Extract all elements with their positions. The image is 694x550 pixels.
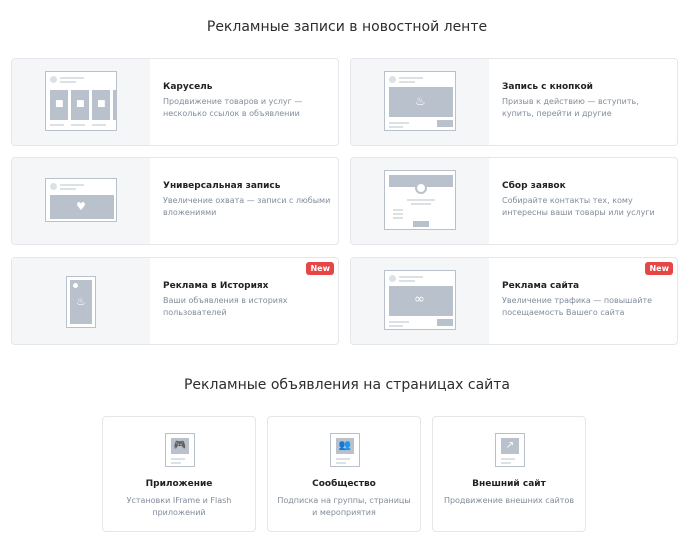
card-thumb: ■ ■ ■ bbox=[12, 59, 150, 145]
universal-post-icon: ♥ bbox=[45, 178, 117, 222]
new-badge: New bbox=[306, 262, 334, 275]
card-universal-post[interactable]: ♥ Универсальная запись Увеличение охвата… bbox=[11, 157, 339, 245]
card-thumb: ∞ bbox=[351, 258, 489, 344]
card-desc: Продвижение внешних сайтов bbox=[443, 496, 575, 505]
button-post-icon: ♨ bbox=[384, 71, 456, 131]
card-title: Реклама сайта bbox=[502, 281, 580, 291]
card-desc: Собирайте контакты тех, кому интересны в… bbox=[502, 196, 655, 217]
card-desc: Ваши объявления в историях пользователей bbox=[163, 296, 288, 317]
card-thumb bbox=[351, 158, 489, 244]
feed-section-title: Рекламные записи в новостной ленте bbox=[206, 19, 488, 35]
card-post-with-button[interactable]: ♨ Запись с кнопкой Призыв к действию — в… bbox=[350, 58, 678, 146]
card-title: Сообщество bbox=[312, 479, 376, 489]
card-title: Универсальная запись bbox=[163, 181, 281, 191]
card-carousel[interactable]: ■ ■ ■ Карусель Продвижение товаров и усл… bbox=[11, 58, 339, 146]
card-desc: Увеличение охвата — записи с любыми влож… bbox=[163, 196, 331, 217]
site-section-title: Рекламные объявления на страницах сайта bbox=[183, 377, 511, 393]
card-application[interactable]: 🎮 Приложение Установки IFrame и Flash пр… bbox=[102, 416, 256, 532]
card-title: Карусель bbox=[163, 82, 213, 92]
lead-form-icon bbox=[384, 170, 456, 230]
gamepad-icon: 🎮 bbox=[165, 433, 195, 467]
card-title: Реклама в Историях bbox=[163, 281, 269, 291]
card-thumb: ♥ bbox=[12, 158, 150, 244]
card-title: Сбор заявок bbox=[502, 181, 566, 191]
community-icon: 👥 bbox=[330, 433, 360, 467]
card-desc: Подписка на группы, страницы и мероприят… bbox=[277, 496, 411, 517]
card-lead-form[interactable]: Сбор заявок Собирайте контакты тех, кому… bbox=[350, 157, 678, 245]
card-website-ads[interactable]: ∞ New Реклама сайта Увеличение трафика —… bbox=[350, 257, 678, 345]
external-link-icon: ↗ bbox=[495, 433, 525, 467]
card-external-site[interactable]: ↗ Внешний сайт Продвижение внешних сайто… bbox=[432, 416, 586, 532]
card-community[interactable]: 👥 Сообщество Подписка на группы, страниц… bbox=[267, 416, 421, 532]
card-stories-ads[interactable]: ♨ New Реклама в Историях Ваши объявления… bbox=[11, 257, 339, 345]
card-desc: Продвижение товаров и услуг — несколько … bbox=[163, 97, 303, 118]
stories-icon: ♨ bbox=[66, 276, 96, 328]
card-desc: Установки IFrame и Flash приложений bbox=[126, 496, 232, 517]
card-thumb: ♨ bbox=[351, 59, 489, 145]
card-desc: Увеличение трафика — повышайте посещаемо… bbox=[502, 296, 653, 317]
card-title: Запись с кнопкой bbox=[502, 82, 593, 92]
card-desc: Призыв к действию — вступить, купить, пе… bbox=[502, 97, 639, 118]
website-icon: ∞ bbox=[384, 270, 456, 330]
card-title: Внешний сайт bbox=[472, 479, 546, 489]
carousel-icon: ■ ■ ■ bbox=[45, 71, 117, 131]
new-badge: New bbox=[645, 262, 673, 275]
card-title: Приложение bbox=[145, 479, 213, 489]
card-thumb: ♨ bbox=[12, 258, 150, 344]
